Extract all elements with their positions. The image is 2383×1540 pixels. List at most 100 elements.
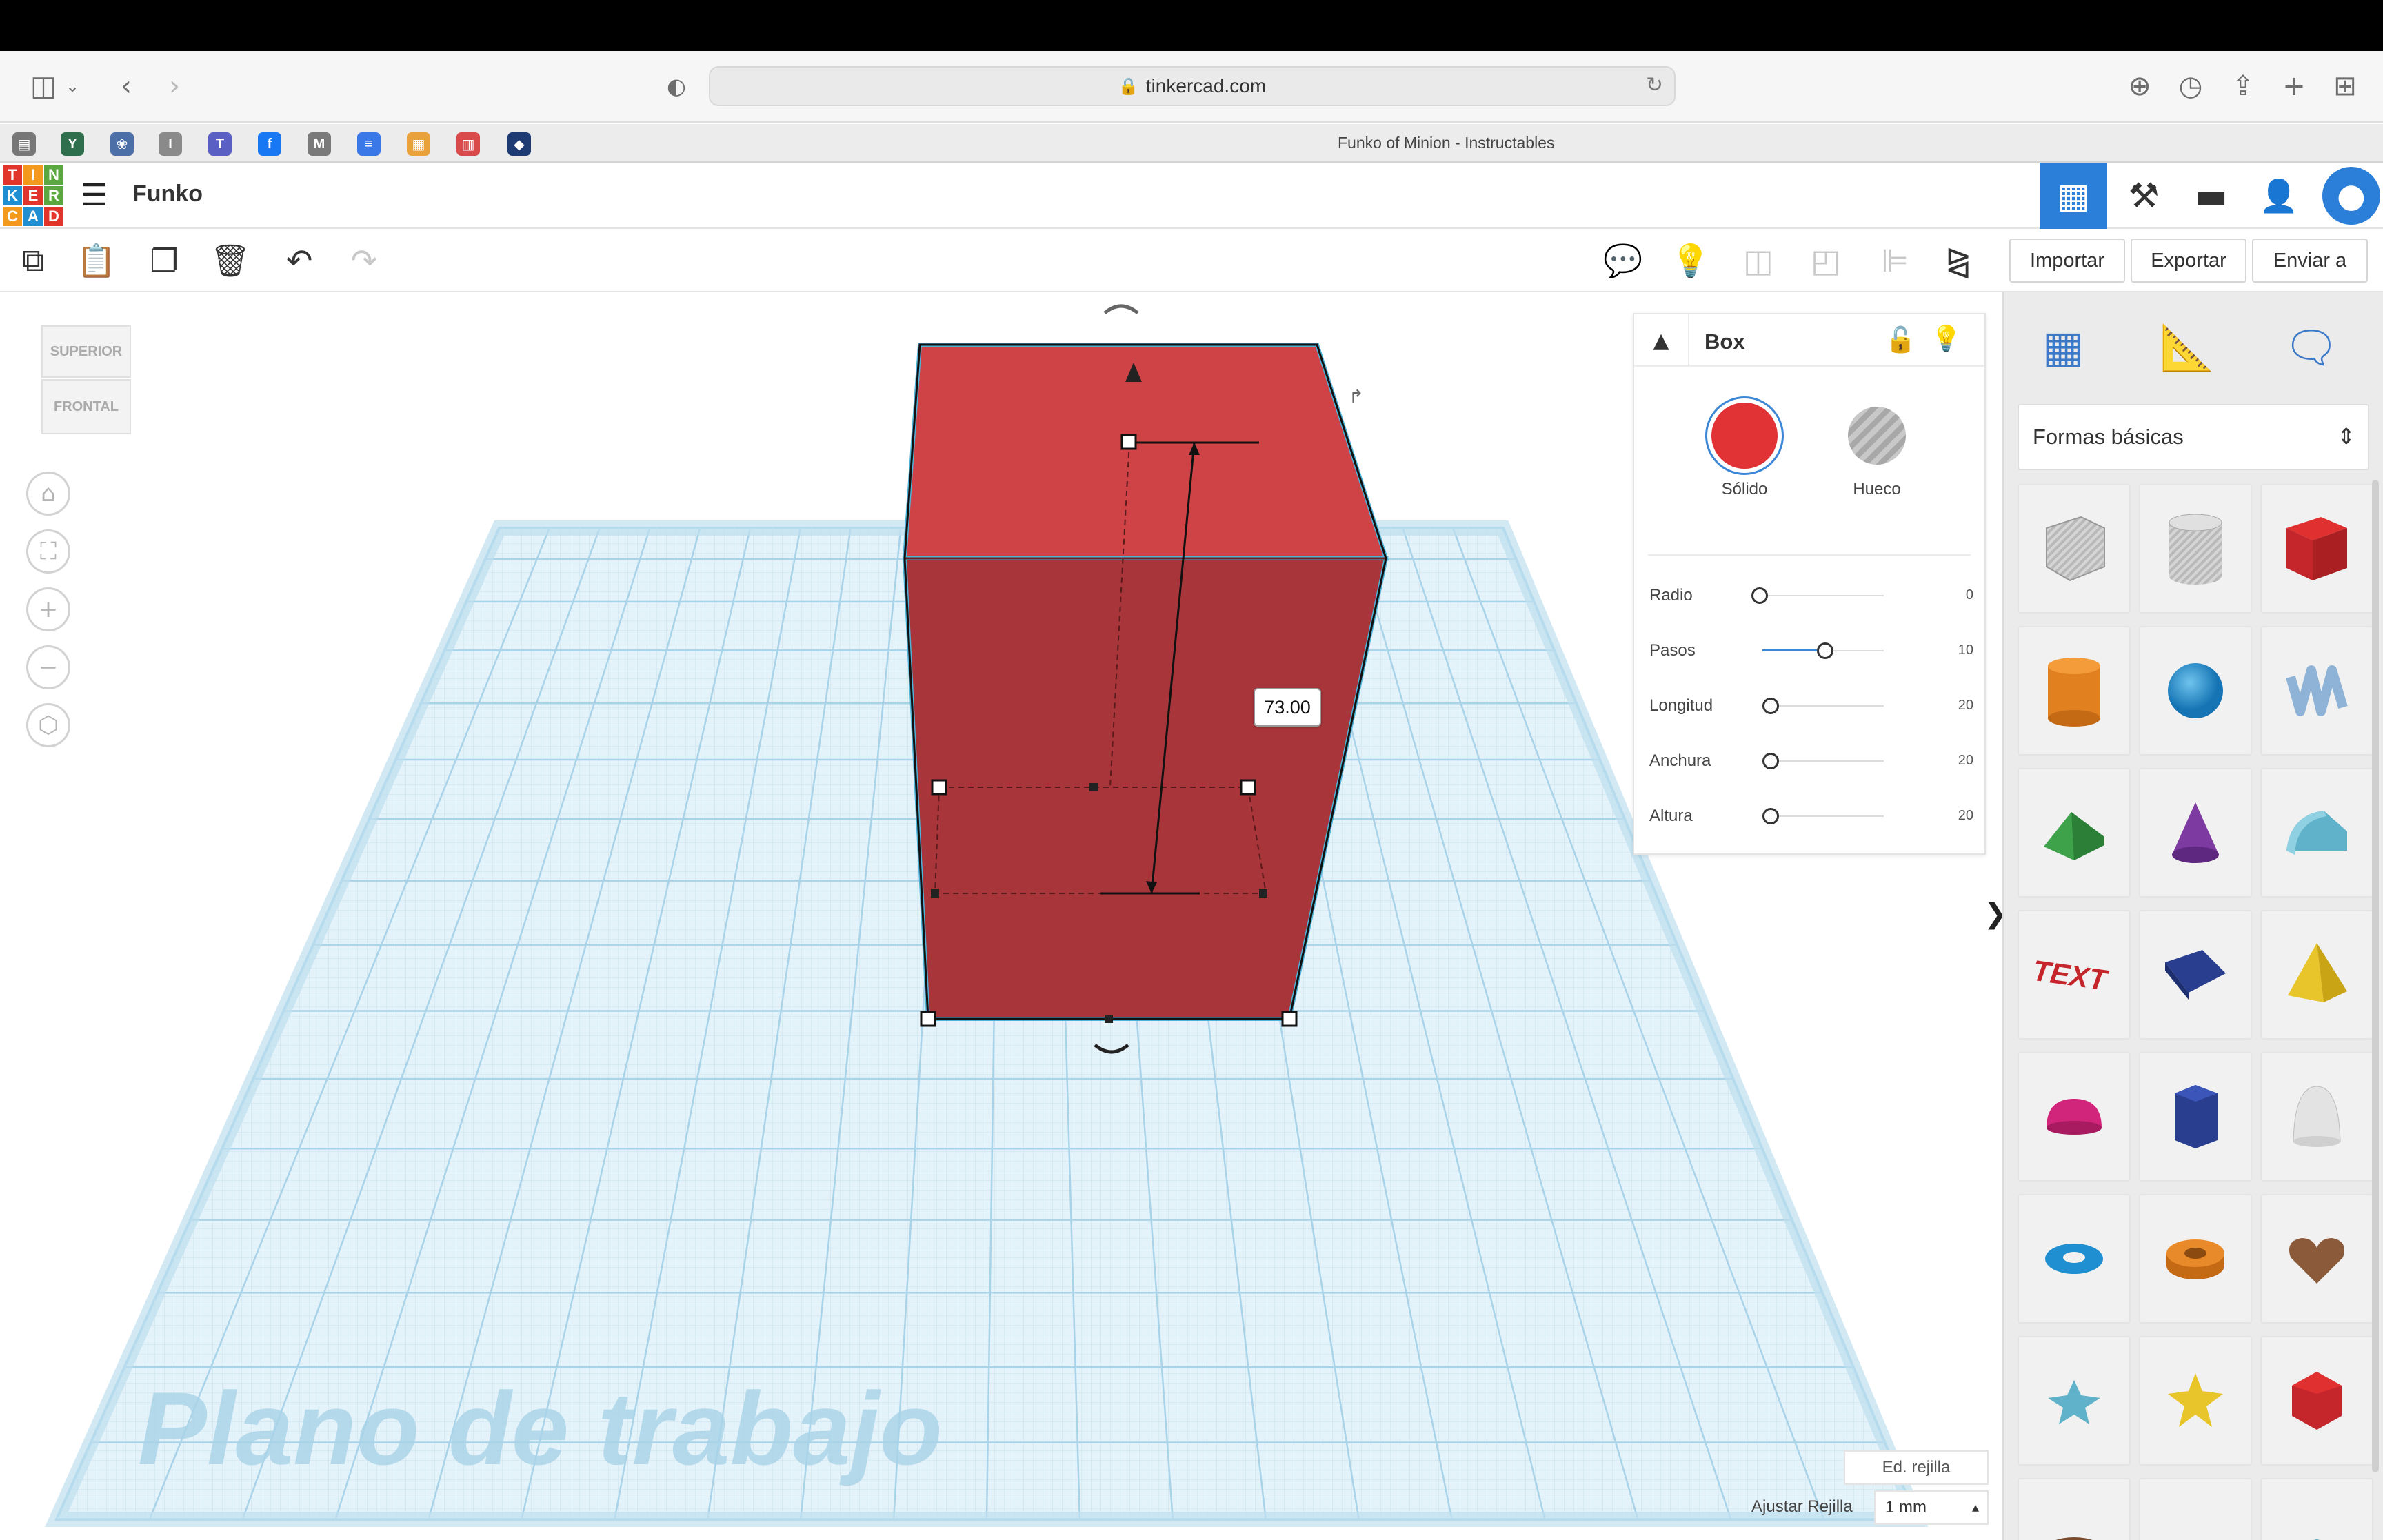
cylinder-shape[interactable] xyxy=(2018,626,2131,756)
bookmark-icon-10[interactable]: ▥ xyxy=(456,132,480,156)
import-button[interactable]: Importar xyxy=(2009,239,2125,283)
view-cube-front[interactable]: FRONTAL xyxy=(41,379,131,434)
slider-track[interactable] xyxy=(1762,815,1884,817)
slider-knob[interactable] xyxy=(1762,753,1779,769)
slider-track[interactable] xyxy=(1762,705,1884,707)
ruler-tool-icon[interactable]: 📐 xyxy=(2154,313,2220,382)
half-sphere-shape[interactable] xyxy=(2018,1052,2131,1182)
star-yellow-shape[interactable] xyxy=(2139,1336,2252,1466)
pyramid-shape[interactable] xyxy=(2260,910,2373,1040)
home-view-icon[interactable]: ⌂ xyxy=(26,472,70,516)
hole-swatch[interactable] xyxy=(1848,407,1906,465)
snap-grid-select[interactable]: 1 mm ▴ xyxy=(1874,1490,1989,1525)
bookmark-icon-3[interactable]: ❀ xyxy=(110,132,134,156)
heart-shape[interactable] xyxy=(2260,1194,2373,1324)
bookmark-icon-5[interactable]: T xyxy=(208,132,232,156)
prop-value[interactable]: 0 xyxy=(1966,587,1973,603)
edit-grid-button[interactable]: Ed. rejilla xyxy=(1844,1450,1989,1485)
bookmark-icon-2[interactable]: Y xyxy=(61,132,84,156)
zoom-out-icon[interactable]: − xyxy=(26,645,70,689)
panel-toggle-icon[interactable]: ❯ xyxy=(1984,893,2007,935)
view-cube[interactable]: SUPERIOR FRONTAL xyxy=(41,325,131,436)
note-icon[interactable]: 💬 xyxy=(1602,240,1644,281)
view-cube-top[interactable]: SUPERIOR xyxy=(41,325,131,378)
add-user-icon[interactable]: 👤 xyxy=(2245,163,2313,229)
slider-knob[interactable] xyxy=(1751,587,1768,604)
send-to-button[interactable]: Enviar a xyxy=(2252,239,2368,283)
forward-icon[interactable]: › xyxy=(156,68,193,105)
bookmark-icon-4[interactable]: I xyxy=(159,132,182,156)
perspective-icon[interactable]: ⬡ xyxy=(26,703,70,747)
paste-icon[interactable]: 📋 xyxy=(76,240,117,281)
shape-category-select[interactable]: Formas básicas ⇕ xyxy=(2018,404,2369,470)
hole-option[interactable]: Hueco xyxy=(1842,403,1911,499)
downloads-icon[interactable]: ⊕ xyxy=(2121,68,2158,105)
bricks-icon[interactable]: ▬ xyxy=(2178,163,2245,229)
align-icon[interactable]: ⊫ xyxy=(1874,240,1916,281)
tube-shape[interactable] xyxy=(2139,1194,2252,1324)
history-icon[interactable]: ◷ xyxy=(2172,68,2209,105)
codeblocks-pickaxe-icon[interactable]: ⚒ xyxy=(2110,163,2178,229)
box-hole-shape[interactable] xyxy=(2018,484,2131,614)
solid-swatch[interactable] xyxy=(1711,403,1778,469)
collapse-icon[interactable]: ▲ xyxy=(1634,314,1689,367)
star-shape[interactable] xyxy=(2018,1336,2131,1466)
workplane-tool-icon[interactable]: ▦ xyxy=(2030,313,2096,382)
prop-value[interactable]: 20 xyxy=(1958,808,1973,824)
ring-shape[interactable] xyxy=(2018,1478,2131,1540)
prop-value[interactable]: 20 xyxy=(1958,698,1973,713)
show-all-bulb-icon[interactable]: 💡 xyxy=(1670,240,1711,281)
roof-shape[interactable] xyxy=(2018,768,2131,898)
mirror-icon[interactable]: ⧎ xyxy=(1938,240,1979,281)
redo-icon[interactable]: ↷ xyxy=(343,240,385,281)
bookmark-icon-1[interactable]: ▤ xyxy=(12,132,36,156)
slider-knob[interactable] xyxy=(1817,642,1834,659)
export-button[interactable]: Exportar xyxy=(2131,239,2246,283)
scribble-shape[interactable] xyxy=(2260,626,2373,756)
solid-option[interactable]: Sólido xyxy=(1710,403,1779,499)
bookmark-icon-11[interactable]: ◆ xyxy=(507,132,531,156)
undo-icon[interactable]: ↶ xyxy=(279,240,320,281)
design-name[interactable]: Funko xyxy=(132,181,203,207)
new-tab-icon[interactable]: + xyxy=(2275,68,2313,105)
rotate-top-icon[interactable] xyxy=(1103,304,1139,314)
prop-value[interactable]: 20 xyxy=(1958,753,1973,769)
address-bar[interactable]: 🔒 tinkercad.com ↻ xyxy=(709,66,1676,106)
icosahedron-shape[interactable] xyxy=(2260,1336,2373,1466)
fit-view-icon[interactable]: ⛶ xyxy=(26,529,70,574)
torus-shape[interactable] xyxy=(2018,1194,2131,1324)
privacy-shield-icon[interactable]: ◐ xyxy=(658,68,695,105)
tinkercad-icon[interactable]: ▦ xyxy=(407,132,430,156)
ungroup-icon[interactable]: ◰ xyxy=(1805,240,1847,281)
sidebar-toggle-icon[interactable]: ◫ xyxy=(25,68,62,105)
group-icon[interactable]: ◫ xyxy=(1738,240,1779,281)
cylinder-hole-shape[interactable] xyxy=(2139,484,2252,614)
prop-value[interactable]: 10 xyxy=(1958,642,1973,658)
slider-knob[interactable] xyxy=(1762,698,1779,714)
slider-track[interactable] xyxy=(1762,760,1884,762)
docs-icon[interactable]: ≡ xyxy=(357,132,381,156)
copy-icon[interactable]: ⧉ xyxy=(12,240,54,281)
box-shape[interactable] xyxy=(2260,484,2373,614)
slider-knob[interactable] xyxy=(1762,808,1779,824)
lock-icon[interactable]: 🔓 xyxy=(1885,325,1916,354)
cylinder-hole-2-shape[interactable] xyxy=(2139,1478,2252,1540)
facebook-icon[interactable]: f xyxy=(258,132,281,156)
tab-title[interactable]: Funko of Minion - Instructables xyxy=(1338,134,1554,152)
text-shape[interactable]: TEXT xyxy=(2018,910,2131,1040)
3d-design-view-button[interactable]: ▦ xyxy=(2040,163,2107,229)
cone-shape[interactable] xyxy=(2139,768,2252,898)
slider-track[interactable] xyxy=(1762,595,1884,596)
scrollbar[interactable] xyxy=(2372,480,2379,1472)
polygon-shape[interactable] xyxy=(2139,1052,2252,1182)
bookmark-icon-7[interactable]: M xyxy=(308,132,331,156)
zoom-in-icon[interactable]: + xyxy=(26,587,70,631)
back-icon[interactable]: ‹ xyxy=(108,68,145,105)
visibility-bulb-icon[interactable]: 💡 xyxy=(1931,324,1962,353)
paraboloid-shape[interactable] xyxy=(2260,1052,2373,1182)
sphere-shape[interactable] xyxy=(2139,626,2252,756)
design-list-icon[interactable]: ☰ xyxy=(77,178,112,213)
duplicate-icon[interactable]: ❐ xyxy=(143,240,185,281)
tab-overview-icon[interactable]: ⊞ xyxy=(2326,68,2364,105)
dimension-value[interactable]: 73.00 xyxy=(1254,688,1321,727)
